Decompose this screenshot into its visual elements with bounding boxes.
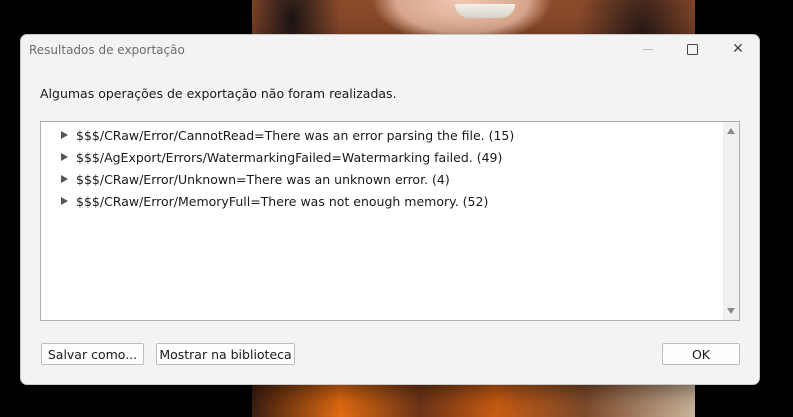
list-item[interactable]: $$$/CRaw/Error/MemoryFull=There was not … [61,191,488,211]
desktop-background: Resultados de exportação ✕ Algumas opera… [0,0,793,417]
close-icon: ✕ [732,41,744,57]
maximize-icon [686,43,698,55]
list-item-label: $$$/CRaw/Error/MemoryFull=There was not … [76,193,489,209]
dialog-message: Algumas operações de exportação não fora… [40,86,397,101]
list-item[interactable]: $$$/CRaw/Error/CannotRead=There was an e… [61,125,514,145]
close-button[interactable]: ✕ [715,35,759,63]
scroll-up-icon[interactable] [727,128,735,134]
list-item[interactable]: $$$/CRaw/Error/Unknown=There was an unkn… [61,169,450,189]
maximize-button[interactable] [669,35,715,63]
list-item[interactable]: $$$/AgExport/Errors/WatermarkingFailed=W… [61,147,502,167]
export-results-dialog: Resultados de exportação ✕ Algumas opera… [20,34,760,385]
background-photo-bottom [252,385,695,417]
vertical-scrollbar[interactable] [723,122,739,320]
expand-arrow-icon[interactable] [61,153,68,161]
show-in-library-button[interactable]: Mostrar na biblioteca [156,343,295,365]
list-item-label: $$$/CRaw/Error/Unknown=There was an unkn… [76,171,450,187]
expand-arrow-icon[interactable] [61,131,68,139]
error-list[interactable]: $$$/CRaw/Error/CannotRead=There was an e… [40,121,740,321]
minimize-button[interactable] [625,35,671,63]
scroll-down-icon[interactable] [727,308,735,314]
error-list-items: $$$/CRaw/Error/CannotRead=There was an e… [41,122,722,320]
dialog-title: Resultados de exportação [29,43,185,57]
ok-button[interactable]: OK [662,343,740,365]
expand-arrow-icon[interactable] [61,175,68,183]
title-bar: Resultados de exportação ✕ [21,35,759,65]
list-item-label: $$$/CRaw/Error/CannotRead=There was an e… [76,127,515,143]
background-photo-detail [455,4,515,18]
expand-arrow-icon[interactable] [61,197,68,205]
list-item-label: $$$/AgExport/Errors/WatermarkingFailed=W… [76,149,503,165]
minimize-icon [643,48,653,50]
save-as-button[interactable]: Salvar como... [41,343,144,365]
